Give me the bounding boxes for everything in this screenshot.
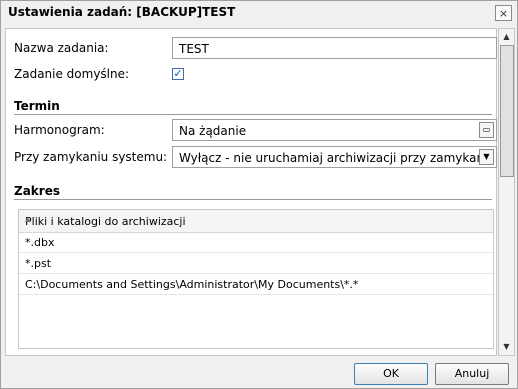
shutdown-label: Przy zamykaniu systemu: — [14, 150, 168, 164]
chevron-down-icon: ▼ — [483, 152, 490, 161]
default-task-checkbox[interactable]: ✓ — [172, 68, 184, 80]
harmonogram-field[interactable]: Na żądanie ▭ — [172, 119, 497, 141]
scroll-up-icon[interactable]: ▲ — [499, 29, 514, 45]
section-divider — [14, 114, 492, 115]
vertical-scrollbar[interactable]: ▲ ▼ — [498, 28, 515, 356]
shutdown-select[interactable]: Wyłącz - nie uruchamiaj archiwizacji prz… — [172, 146, 497, 168]
harmonogram-label: Harmonogram: — [14, 123, 105, 137]
scrollbar-thumb[interactable] — [500, 45, 514, 177]
column-header[interactable]: Pliki i katalogi do archiwizacji ▲ — [19, 210, 493, 233]
close-button[interactable]: × — [495, 5, 512, 21]
section-divider — [14, 199, 492, 200]
calendar-icon: ▭ — [482, 125, 491, 134]
schedule-picker-button[interactable]: ▭ — [479, 122, 494, 138]
table-row[interactable]: *.pst — [19, 253, 493, 274]
task-name-input[interactable]: TEST — [172, 37, 497, 59]
table-row[interactable]: C:\Documents and Settings\Administrator\… — [19, 274, 493, 295]
table-row[interactable]: *.dbx — [19, 232, 493, 253]
sort-ascending-icon: ▲ — [25, 215, 31, 223]
dialog-window: Ustawienia zadań: [BACKUP]TEST × Nazwa z… — [0, 0, 518, 389]
ok-button[interactable]: OK — [354, 363, 428, 385]
close-icon: × — [498, 7, 509, 20]
files-table: Pliki i katalogi do archiwizacji ▲ *.dbx… — [18, 209, 494, 349]
scroll-down-icon[interactable]: ▼ — [499, 339, 514, 355]
default-task-label: Zadanie domyślne: — [14, 67, 130, 81]
section-title-termin: Termin — [14, 99, 60, 113]
window-title: Ustawienia zadań: [BACKUP]TEST — [8, 5, 236, 19]
dropdown-button[interactable]: ▼ — [479, 149, 494, 165]
section-title-zakres: Zakres — [14, 184, 60, 198]
title-bar: Ustawienia zadań: [BACKUP]TEST × — [1, 1, 517, 25]
task-name-label: Nazwa zadania: — [14, 41, 109, 55]
settings-panel: Nazwa zadania: TEST Zadanie domyślne: ✓ … — [5, 28, 497, 356]
cancel-button[interactable]: Anuluj — [435, 363, 509, 385]
